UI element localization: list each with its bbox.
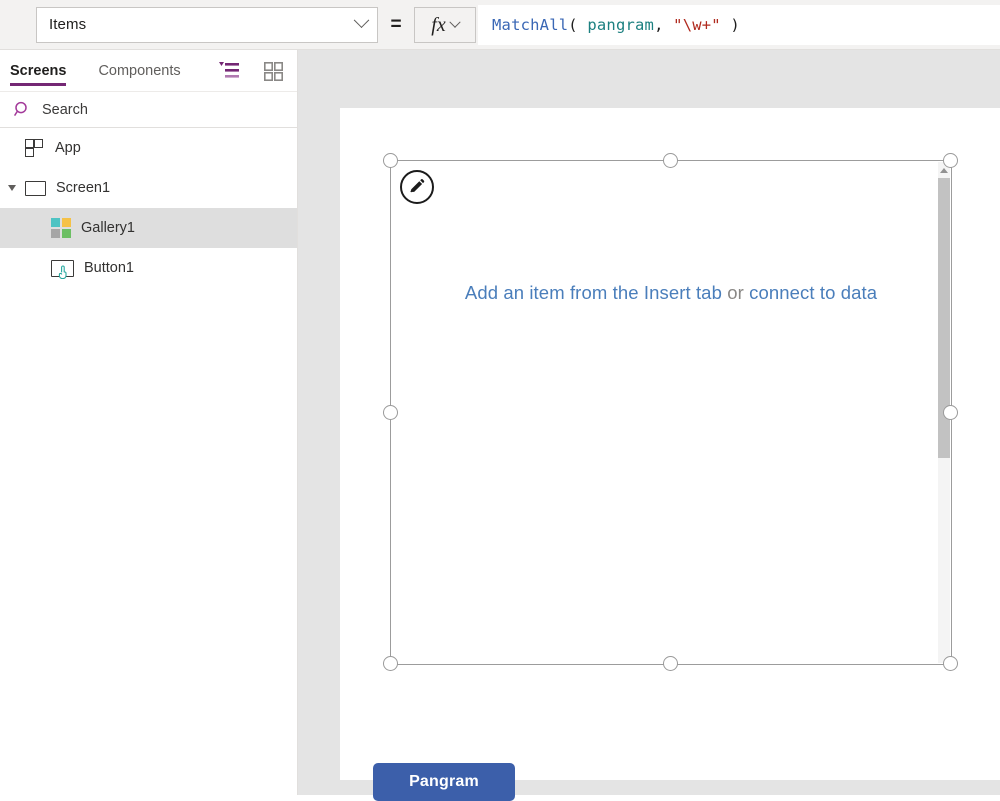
tree-view-panel: Screens Components Search App Screen1 Ga… — [0, 50, 298, 795]
tab-components-label: Components — [98, 62, 181, 79]
equals-sign: = — [390, 13, 402, 35]
app-screen-canvas[interactable]: Add an item from the Insert tab or conne… — [340, 108, 1000, 801]
selection-handle-bottom-left[interactable] — [383, 656, 398, 671]
connect-to-data-link[interactable]: connect to data — [749, 282, 877, 303]
search-icon — [14, 101, 27, 116]
tree-item-gallery1[interactable]: Gallery1 — [0, 208, 297, 248]
formula-token-open-paren: ( — [568, 15, 588, 34]
pangram-button-label: Pangram — [409, 773, 479, 790]
formula-bar: Items = fx MatchAll( pangram, "\w+" ) — [0, 0, 1000, 50]
formula-token-string: "\w+" — [673, 15, 721, 34]
formula-token-function: MatchAll — [492, 15, 569, 34]
gallery-edit-pencil-button[interactable] — [400, 170, 434, 204]
selection-handle-top-left[interactable] — [383, 153, 398, 168]
search-input[interactable]: Search — [0, 92, 297, 128]
gallery-empty-placeholder: Add an item from the Insert tab or conne… — [391, 282, 951, 304]
pangram-button[interactable]: Pangram — [373, 763, 515, 801]
gallery-icon — [51, 218, 71, 238]
selection-handle-bottom-center[interactable] — [663, 656, 678, 671]
screen-icon — [25, 180, 46, 196]
tab-screens[interactable]: Screens — [10, 50, 67, 92]
app-icon — [25, 139, 45, 157]
expander-triangle-icon[interactable] — [8, 185, 16, 191]
selection-handle-bottom-right[interactable] — [943, 656, 958, 671]
tree-view-icon[interactable] — [219, 61, 241, 81]
chevron-down-icon — [449, 16, 461, 28]
selection-handle-top-center[interactable] — [663, 153, 678, 168]
search-placeholder: Search — [42, 101, 88, 118]
tree-item-button1[interactable]: Button1 — [0, 248, 297, 288]
tree-item-screen1[interactable]: Screen1 — [0, 168, 297, 208]
fx-button[interactable]: fx — [414, 6, 476, 43]
formula-token-identifier: pangram — [587, 15, 655, 34]
property-dropdown[interactable]: Items — [36, 6, 378, 43]
selection-handle-middle-right[interactable] — [943, 405, 958, 420]
thumbnail-view-icon[interactable] — [264, 62, 284, 82]
chevron-up-icon[interactable] — [940, 168, 948, 173]
tree-item-app-label: App — [55, 140, 81, 156]
button-icon — [51, 259, 74, 279]
formula-token-close-paren: ) — [720, 15, 740, 34]
tab-components[interactable]: Components — [98, 50, 180, 92]
tree-item-gallery1-label: Gallery1 — [81, 220, 135, 236]
tree-item-app[interactable]: App — [0, 128, 297, 168]
formula-token-comma: , — [654, 15, 674, 34]
formula-input[interactable]: MatchAll( pangram, "\w+" ) — [478, 4, 1000, 45]
canvas-area: Add an item from the Insert tab or conne… — [298, 50, 1000, 801]
chevron-down-icon — [353, 12, 370, 29]
placeholder-or-text: or — [721, 282, 750, 303]
property-dropdown-value: Items — [49, 16, 87, 33]
insert-tab-link[interactable]: Add an item from the Insert tab — [465, 282, 722, 303]
pencil-icon — [410, 179, 425, 193]
fx-icon: fx — [431, 13, 446, 36]
gallery-control[interactable]: Add an item from the Insert tab or conne… — [390, 160, 952, 665]
selection-handle-middle-left[interactable] — [383, 405, 398, 420]
tree-item-button1-label: Button1 — [84, 260, 134, 276]
tree-item-screen1-label: Screen1 — [56, 180, 111, 196]
tab-screens-label: Screens — [10, 62, 67, 79]
hand-cursor-icon — [58, 265, 67, 279]
selection-handle-top-right[interactable] — [943, 153, 958, 168]
panel-tab-bar: Screens Components — [0, 50, 297, 92]
